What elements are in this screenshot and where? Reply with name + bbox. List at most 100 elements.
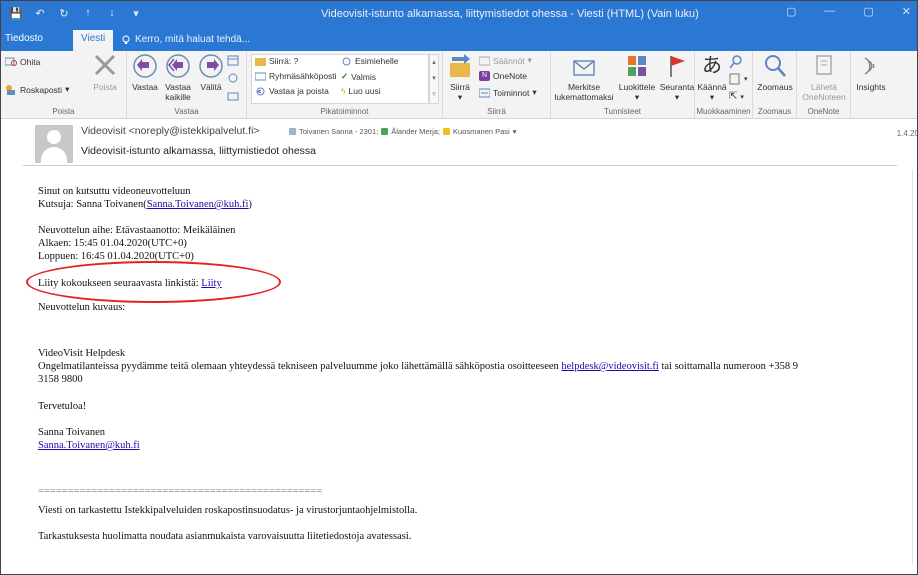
topic-text: Neuvottelun aihe: Etävastaanotto: Meikäl… [38,225,236,236]
vertical-scrollbar[interactable] [912,170,917,565]
find-icon[interactable] [729,55,743,69]
inviter-email-link[interactable]: Sanna.Toivanen@kuh.fi [147,199,249,210]
rules-button[interactable]: Säännöt ▾ [479,55,532,66]
outlook-message-window: 💾 ↶ ↻ ↑ ↓ ▾ Videovisit-istunto alkamassa… [0,0,918,575]
quickstep-create-new[interactable]: ϟ Luo uusi [341,86,381,96]
categorize-button[interactable]: Luokittele ▾ [615,53,659,102]
reply-all-button[interactable]: Vastaa kaikille [161,53,195,102]
follow-up-button[interactable]: Seuranta ▾ [659,53,695,102]
recipient-presence-3 [443,128,451,135]
recipient-2[interactable]: Ålander Merja; [391,127,440,136]
recipient-1[interactable]: Toivanen Sanna - 2301; [299,127,378,136]
reply-all-icon [166,54,190,78]
tell-me-box[interactable]: Kerro, mitä haluat tehdä... [121,34,250,45]
quickstep-reply-delete[interactable]: Vastaa ja poista [255,86,329,96]
forward-icon [199,54,223,78]
recipients-expand-icon[interactable]: ▾ [513,127,517,136]
translate-button[interactable]: あ Käännä ▾ [697,53,727,102]
message-subject: Videovisit-istunto alkamassa, liittymist… [81,145,316,157]
ribbon-tabs: Tiedosto Viesti Kerro, mitä haluat tehdä… [1,29,917,51]
ignore-button[interactable]: Ohita [5,56,40,67]
quick-access-toolbar: 💾 ↶ ↻ ↑ ↓ ▾ [9,7,143,20]
title-bar: 💾 ↶ ↻ ↑ ↓ ▾ Videovisit-istunto alkamassa… [1,1,917,29]
group-quick-steps: Siirrä: ? Esimiehelle Ryhmäsähköposti ✓ … [247,51,443,119]
window-controls: ▢ — ▢ ✕ [786,5,911,18]
move-folder-icon [450,54,470,77]
meeting-reply-icon[interactable] [227,55,239,66]
lightbulb-icon [122,35,130,44]
helpdesk-email-link[interactable]: helpdesk@videovisit.fi [561,361,658,372]
delete-button[interactable]: Poista [85,53,125,92]
quickstep-to-manager[interactable]: Esimiehelle [341,56,398,66]
recipient-presence-2 [381,128,389,135]
recipients-list[interactable]: Toivanen Sanna - 2301; Ålander Merja; Ku… [289,127,516,136]
group-zoom: Zoomaus Zoomaus [753,51,797,119]
maximize-icon[interactable]: ▢ [863,5,873,18]
group-label-respond: Vastaa [174,107,199,116]
tab-message[interactable]: Viesti [73,30,114,51]
send-onenote-icon [816,55,832,75]
sender-address[interactable]: Videovisit <noreply@istekkipalvelut.fi> [81,125,260,137]
junk-icon [6,85,15,95]
signature-email-line: Sanna.Toivanen@kuh.fi [38,440,140,451]
actions-icon [479,88,490,97]
checkmark-icon: ✓ [341,71,349,81]
zoom-button[interactable]: Zoomaus [755,53,795,92]
quickstep-done[interactable]: ✓ Valmis [341,71,376,82]
group-label-zoom: Zoomaus [757,107,792,116]
forward-button[interactable]: Välitä [197,53,225,92]
inviter-line: Kutsuja: Sanna Toivanen(Sanna.Toivanen@k… [38,199,252,210]
message-body: Sinut on kutsuttu videoneuvotteluun Kuts… [1,165,917,574]
tab-file[interactable]: Tiedosto [5,33,43,44]
helpdesk-phone-continued: 3158 9800 [38,374,83,385]
categorize-icon [628,56,646,76]
previous-item-icon[interactable]: ↑ [81,7,95,20]
start-time-text: Alkaen: 15:45 01.04.2020(UTC+0) [38,238,187,249]
related-icon[interactable]: ▾ [729,73,748,85]
mark-unread-button[interactable]: Merkitse lukemattomaksi [553,53,615,102]
rules-icon [479,56,490,65]
customize-qat-icon[interactable]: ▾ [129,7,143,20]
recipient-3[interactable]: Kuosmanen Pasi [453,127,510,136]
translate-icon: あ [702,55,722,77]
group-label-editing: Muokkaaminen [696,107,751,116]
description-label: Neuvottelun kuvaus: [38,302,126,313]
insights-button[interactable]: Insights [853,53,889,92]
to-manager-icon [342,57,351,65]
select-icon[interactable]: ⇱ ▾ [729,91,744,102]
save-icon[interactable]: 💾 [9,7,23,20]
redo-icon[interactable]: ↻ [57,7,71,20]
folder-icon [255,57,266,66]
insights-icon [864,57,875,75]
delete-x-icon [94,54,116,76]
close-icon[interactable]: ✕ [902,5,911,18]
onenote-move-button[interactable]: N OneNote [479,71,527,81]
group-delete: Ohita Roskaposti ▾ Poista Poista [1,51,127,119]
envelope-icon [573,60,595,76]
magnifier-icon [765,55,786,77]
group-onenote: Lähetä OneNoteen OneNote [797,51,851,119]
group-insights: Insights [851,51,891,119]
group-label-tags: Tunnisteet [603,107,642,116]
reply-delete-icon [256,87,265,95]
scanned-notice: Viesti on tarkastettu Istekkipalveluiden… [38,505,418,516]
quickstep-move-to[interactable]: Siirrä: ? [255,56,298,66]
helpdesk-text: Ongelmatilanteissa pyydämme teitä olemaa… [38,361,799,372]
send-to-onenote-button[interactable]: Lähetä OneNoteen [801,53,847,102]
message-header: Videovisit <noreply@istekkipalvelut.fi> … [23,121,918,163]
im-reply-icon[interactable] [227,73,239,84]
reply-button[interactable]: Vastaa [131,53,159,92]
next-item-icon[interactable]: ↓ [105,7,119,20]
signature-email-link[interactable]: Sanna.Toivanen@kuh.fi [38,440,140,451]
quickstep-team-email[interactable]: Ryhmäsähköposti [255,71,337,81]
quick-steps-scroll[interactable]: ▴ ▾ ▿ [429,54,439,104]
actions-button[interactable]: Toiminnot ▾ [479,87,537,98]
more-respond-icon[interactable] [227,91,239,102]
minimize-icon[interactable]: — [824,5,835,18]
junk-button[interactable]: Roskaposti ▾ [5,84,69,95]
group-move: Siirrä ▾ Säännöt ▾ N OneNote Toiminnot ▾ Si… [443,51,551,119]
move-button[interactable]: Siirrä ▾ [445,53,475,102]
ribbon-display-options-icon[interactable]: ▢ [786,5,796,18]
undo-icon[interactable]: ↶ [33,7,47,20]
version-label: 1.4.20 [896,129,918,138]
